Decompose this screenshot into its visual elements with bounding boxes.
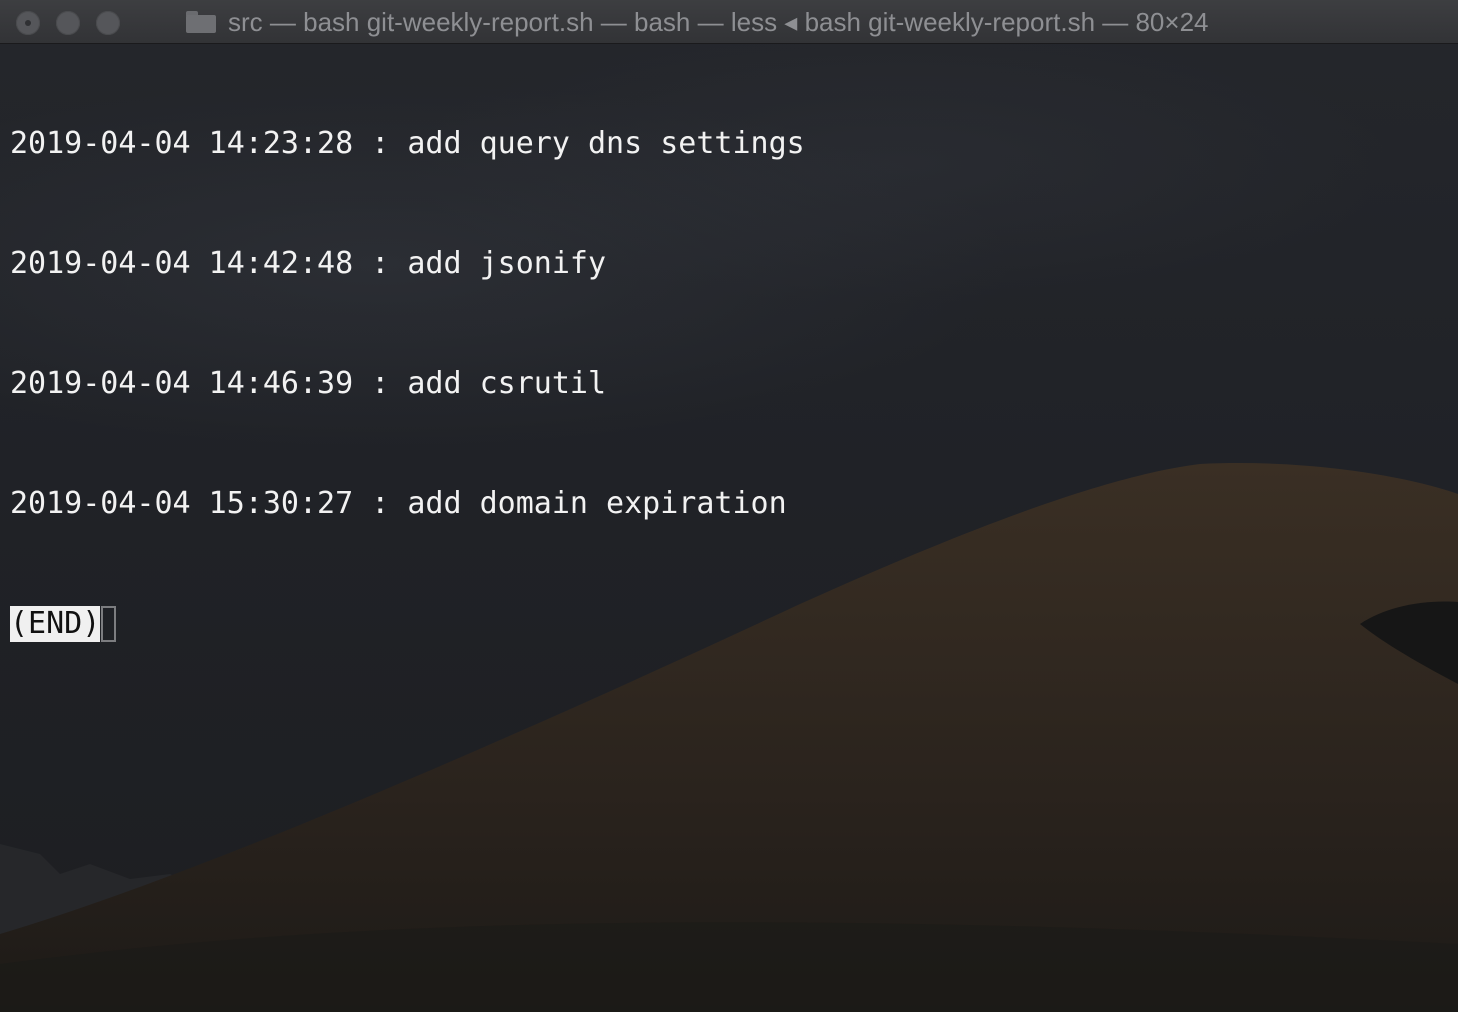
zoom-button[interactable]	[96, 11, 120, 35]
title-bar[interactable]: src — bash git-weekly-report.sh — bash —…	[0, 0, 1458, 44]
window-title: src — bash git-weekly-report.sh — bash —…	[228, 6, 1209, 37]
pager-prompt: (END)	[10, 604, 805, 644]
end-marker: (END)	[10, 606, 101, 642]
log-line: 2019-04-04 15:30:27 : add domain expirat…	[10, 486, 787, 521]
log-line: 2019-04-04 14:23:28 : add query dns sett…	[10, 126, 805, 161]
window-title-group: src — bash git-weekly-report.sh — bash —…	[186, 6, 1209, 38]
terminal-content[interactable]: 2019-04-04 14:23:28 : add query dns sett…	[0, 44, 1458, 1012]
terminal-window: src — bash git-weekly-report.sh — bash —…	[0, 0, 1458, 1012]
terminal-output[interactable]: 2019-04-04 14:23:28 : add query dns sett…	[10, 44, 805, 724]
close-button[interactable]	[16, 11, 40, 35]
text-cursor	[101, 606, 117, 642]
minimize-button[interactable]	[56, 11, 80, 35]
log-line: 2019-04-04 14:42:48 : add jsonify	[10, 246, 607, 281]
log-line: 2019-04-04 14:46:39 : add csrutil	[10, 366, 607, 401]
folder-icon[interactable]	[186, 11, 216, 33]
